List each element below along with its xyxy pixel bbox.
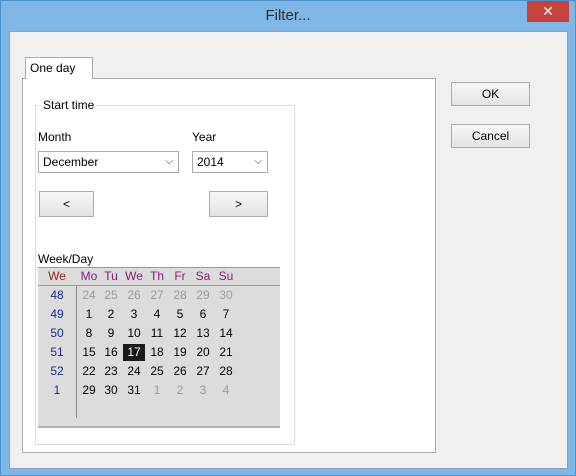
day-cell[interactable]: 6 [192, 306, 214, 323]
month-value: December [43, 155, 99, 169]
month-label: Month [38, 130, 72, 144]
cancel-button[interactable]: Cancel [451, 124, 530, 148]
week-number[interactable]: 48 [39, 287, 75, 304]
day-cell[interactable]: 9 [100, 325, 122, 342]
day-cell[interactable]: 11 [146, 325, 168, 342]
day-header: We [125, 269, 143, 283]
day-cell[interactable]: 26 [169, 363, 191, 380]
start-time-label: Start time [41, 98, 97, 112]
filter-dialog: Filter... ✕ One day Start time Month Yea… [0, 0, 576, 476]
day-cell[interactable]: 31 [123, 382, 145, 399]
day-cell[interactable]: 25 [100, 287, 122, 304]
day-header: Sa [195, 269, 211, 283]
year-value: 2014 [197, 155, 224, 169]
day-cell[interactable]: 28 [215, 363, 237, 380]
year-label: Year [192, 130, 217, 144]
week-number[interactable]: 49 [39, 306, 75, 323]
week-number[interactable]: 1 [39, 382, 75, 399]
tab-panel: Start time Month Year December ⌵ 2014 ⌵ … [22, 78, 436, 453]
month-select[interactable]: December ⌵ [38, 151, 179, 173]
tab-one-day[interactable]: One day [25, 57, 93, 79]
day-header: Th [149, 269, 164, 283]
day-cell[interactable]: 14 [215, 325, 237, 342]
title-bar[interactable]: Filter... ✕ [1, 1, 575, 31]
day-cell[interactable]: 25 [146, 363, 168, 380]
day-cell[interactable]: 2 [169, 382, 191, 399]
day-cell[interactable]: 18 [146, 344, 168, 361]
close-button[interactable]: ✕ [527, 1, 569, 22]
close-icon: ✕ [542, 3, 554, 19]
day-header: Mo [80, 269, 98, 283]
day-cell[interactable]: 1 [78, 306, 100, 323]
day-cell[interactable]: 29 [192, 287, 214, 304]
day-cell[interactable]: 26 [123, 287, 145, 304]
day-header: Tu [104, 269, 118, 283]
day-cell[interactable]: 27 [146, 287, 168, 304]
day-cell[interactable]: 12 [169, 325, 191, 342]
day-cell[interactable]: 21 [215, 344, 237, 361]
week-number[interactable]: 51 [39, 344, 75, 361]
ok-button[interactable]: OK [451, 82, 530, 106]
day-cell[interactable]: 7 [215, 306, 237, 323]
chevron-down-icon: ⌵ [254, 156, 262, 167]
chevron-down-icon: ⌵ [165, 156, 173, 167]
day-header: Fr [174, 269, 186, 283]
day-cell[interactable]: 24 [78, 287, 100, 304]
day-cell[interactable]: 20 [192, 344, 214, 361]
day-cell[interactable]: 3 [123, 306, 145, 323]
day-cell[interactable]: 16 [100, 344, 122, 361]
year-select[interactable]: 2014 ⌵ [192, 151, 268, 173]
week-number[interactable]: 52 [39, 363, 75, 380]
day-cell[interactable]: 19 [169, 344, 191, 361]
day-cell[interactable]: 23 [100, 363, 122, 380]
day-cell[interactable]: 1 [146, 382, 168, 399]
day-cell[interactable]: 24 [123, 363, 145, 380]
day-cell[interactable]: 8 [78, 325, 100, 342]
day-cell[interactable]: 13 [192, 325, 214, 342]
day-cell[interactable]: 28 [169, 287, 191, 304]
day-cell[interactable]: 15 [78, 344, 100, 361]
calendar-week-separator [76, 285, 77, 418]
start-time-group: Start time Month Year December ⌵ 2014 ⌵ … [35, 98, 295, 445]
day-cell[interactable]: 3 [192, 382, 214, 399]
week-column-header: We [48, 269, 66, 283]
next-month-button[interactable]: > [209, 191, 268, 217]
day-header: Su [218, 269, 234, 283]
day-cell[interactable]: 5 [169, 306, 191, 323]
day-cell[interactable]: 27 [192, 363, 214, 380]
day-cell[interactable]: 10 [123, 325, 145, 342]
day-cell[interactable]: 4 [215, 382, 237, 399]
day-cell[interactable]: 30 [100, 382, 122, 399]
day-cell[interactable]: 2 [100, 306, 122, 323]
day-cell[interactable]: 29 [78, 382, 100, 399]
dialog-client-area: One day Start time Month Year December ⌵… [9, 31, 568, 469]
week-day-label: Week/Day [38, 252, 94, 266]
day-cell[interactable]: 22 [78, 363, 100, 380]
week-number[interactable]: 50 [39, 325, 75, 342]
day-cell[interactable]: 4 [146, 306, 168, 323]
selected-day-cell[interactable]: 17 [123, 344, 145, 361]
calendar-grid: We Mo Tu We Th Fr Sa Su 48 24 25 26 27 28 29 30 49 1 2 3 4 5 6… [38, 267, 280, 428]
day-cell[interactable]: 30 [215, 287, 237, 304]
prev-month-button[interactable]: < [39, 191, 94, 217]
window-title: Filter... [265, 7, 311, 24]
